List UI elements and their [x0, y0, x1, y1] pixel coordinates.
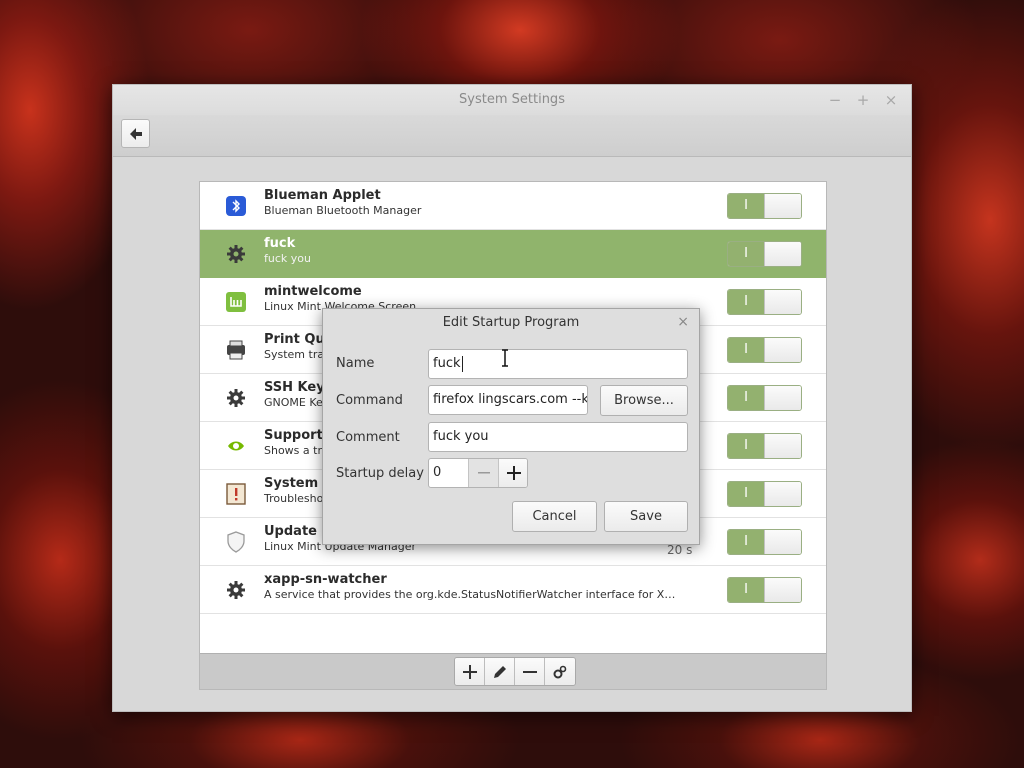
- toggle-on-label: I: [728, 194, 764, 218]
- startup-delay-spinner: 0: [428, 458, 528, 488]
- toggle-on-label: I: [728, 242, 764, 266]
- toggle-knob[interactable]: [764, 338, 801, 362]
- decrement-button[interactable]: [468, 459, 498, 487]
- command-value: firefox lingscars.com --kio: [433, 392, 588, 407]
- minimize-button[interactable]: −: [825, 90, 845, 110]
- toggle-on-label: I: [728, 434, 764, 458]
- gear-icon: [224, 578, 248, 602]
- startup-item-row[interactable]: fuck fuck you I: [200, 230, 826, 278]
- toggle-on-label: I: [728, 578, 764, 602]
- edit-button[interactable]: [485, 658, 515, 685]
- startup-item-description: Troubleshoo: [264, 492, 331, 505]
- startup-delay-value[interactable]: 0: [433, 459, 441, 487]
- toggle-on-label: I: [728, 338, 764, 362]
- name-value: fuck: [433, 356, 461, 371]
- maximize-button[interactable]: +: [853, 90, 873, 110]
- ibeam-cursor-icon: [502, 349, 508, 367]
- remove-button[interactable]: [515, 658, 545, 685]
- window-title: System Settings: [459, 92, 565, 107]
- startup-item-description: System tray: [264, 348, 331, 361]
- toggle-knob[interactable]: [764, 194, 801, 218]
- close-button[interactable]: ×: [881, 90, 901, 110]
- comment-label: Comment: [336, 430, 400, 445]
- toggle-knob[interactable]: [764, 290, 801, 314]
- toggle-on-label: I: [728, 530, 764, 554]
- toggle-on-label: I: [728, 482, 764, 506]
- startup-item-description: Blueman Bluetooth Manager: [264, 204, 422, 217]
- bluetooth-icon: [224, 194, 248, 218]
- list-actions: [454, 657, 576, 686]
- toggle-knob[interactable]: [764, 434, 801, 458]
- gear-icon: [224, 242, 248, 266]
- comment-field[interactable]: fuck you: [428, 422, 688, 452]
- plus-icon: [506, 466, 521, 480]
- toggle-on-label: I: [728, 290, 764, 314]
- startup-item-row[interactable]: xapp-sn-watcher A service that provides t…: [200, 566, 826, 614]
- add-button[interactable]: [455, 658, 485, 685]
- dialog-close-button[interactable]: ×: [677, 314, 689, 330]
- startup-delay-label: Startup delay: [336, 466, 424, 481]
- startup-item-name: xapp-sn-watcher: [264, 572, 387, 587]
- comment-value: fuck you: [433, 429, 489, 444]
- minus-icon: [522, 670, 537, 673]
- toggle-knob[interactable]: [764, 482, 801, 506]
- enable-toggle[interactable]: I: [727, 529, 802, 555]
- toggle-knob[interactable]: [764, 530, 801, 554]
- startup-item-description: fuck you: [264, 252, 311, 265]
- enable-toggle[interactable]: I: [727, 337, 802, 363]
- window-controls: − + ×: [825, 85, 901, 115]
- name-label: Name: [336, 356, 375, 371]
- edit-startup-dialog: Edit Startup Program × Name fuck Command…: [322, 308, 700, 545]
- mint-logo-icon: [224, 290, 248, 314]
- enable-toggle[interactable]: I: [727, 193, 802, 219]
- list-toolbar: [200, 653, 826, 689]
- toggle-knob[interactable]: [764, 242, 801, 266]
- increment-button[interactable]: [498, 459, 527, 487]
- startup-item-name: mintwelcome: [264, 284, 362, 299]
- command-field[interactable]: firefox lingscars.com --kio: [428, 385, 588, 415]
- startup-item-delay: 20 s: [667, 543, 693, 557]
- titlebar: System Settings − + ×: [113, 85, 911, 115]
- startup-item-name: fuck: [264, 236, 296, 251]
- minus-icon: [477, 472, 490, 474]
- toggle-on-label: I: [728, 386, 764, 410]
- enable-toggle[interactable]: I: [727, 433, 802, 459]
- shield-icon: [224, 530, 248, 554]
- system-report-icon: [224, 482, 248, 506]
- startup-item-name: Blueman Applet: [264, 188, 381, 203]
- startup-item-description: GNOME Key: [264, 396, 330, 409]
- dialog-title: Edit Startup Program: [442, 315, 580, 330]
- back-arrow-icon: [129, 127, 142, 140]
- save-button[interactable]: Save: [604, 501, 688, 532]
- enable-toggle[interactable]: I: [727, 289, 802, 315]
- run-now-button[interactable]: [545, 658, 575, 685]
- enable-toggle[interactable]: I: [727, 241, 802, 267]
- browse-button[interactable]: Browse...: [600, 385, 688, 416]
- nvidia-icon: [224, 434, 248, 458]
- enable-toggle[interactable]: I: [727, 385, 802, 411]
- startup-item-description: A service that provides the org.kde.Stat…: [264, 588, 676, 601]
- printer-icon: [224, 338, 248, 362]
- toggle-knob[interactable]: [764, 578, 801, 602]
- cancel-button[interactable]: Cancel: [512, 501, 597, 532]
- toolbar: [113, 115, 911, 157]
- pencil-icon: [493, 665, 506, 678]
- name-field[interactable]: fuck: [428, 349, 688, 379]
- startup-item-row[interactable]: Blueman Applet Blueman Bluetooth Manager I: [200, 182, 826, 230]
- enable-toggle[interactable]: I: [727, 481, 802, 507]
- back-button[interactable]: [121, 119, 150, 148]
- plus-icon: [462, 664, 477, 679]
- enable-toggle[interactable]: I: [727, 577, 802, 603]
- gear-icon: [224, 386, 248, 410]
- command-label: Command: [336, 393, 403, 408]
- text-caret: [461, 355, 463, 372]
- toggle-knob[interactable]: [764, 386, 801, 410]
- gears-icon: [553, 665, 567, 678]
